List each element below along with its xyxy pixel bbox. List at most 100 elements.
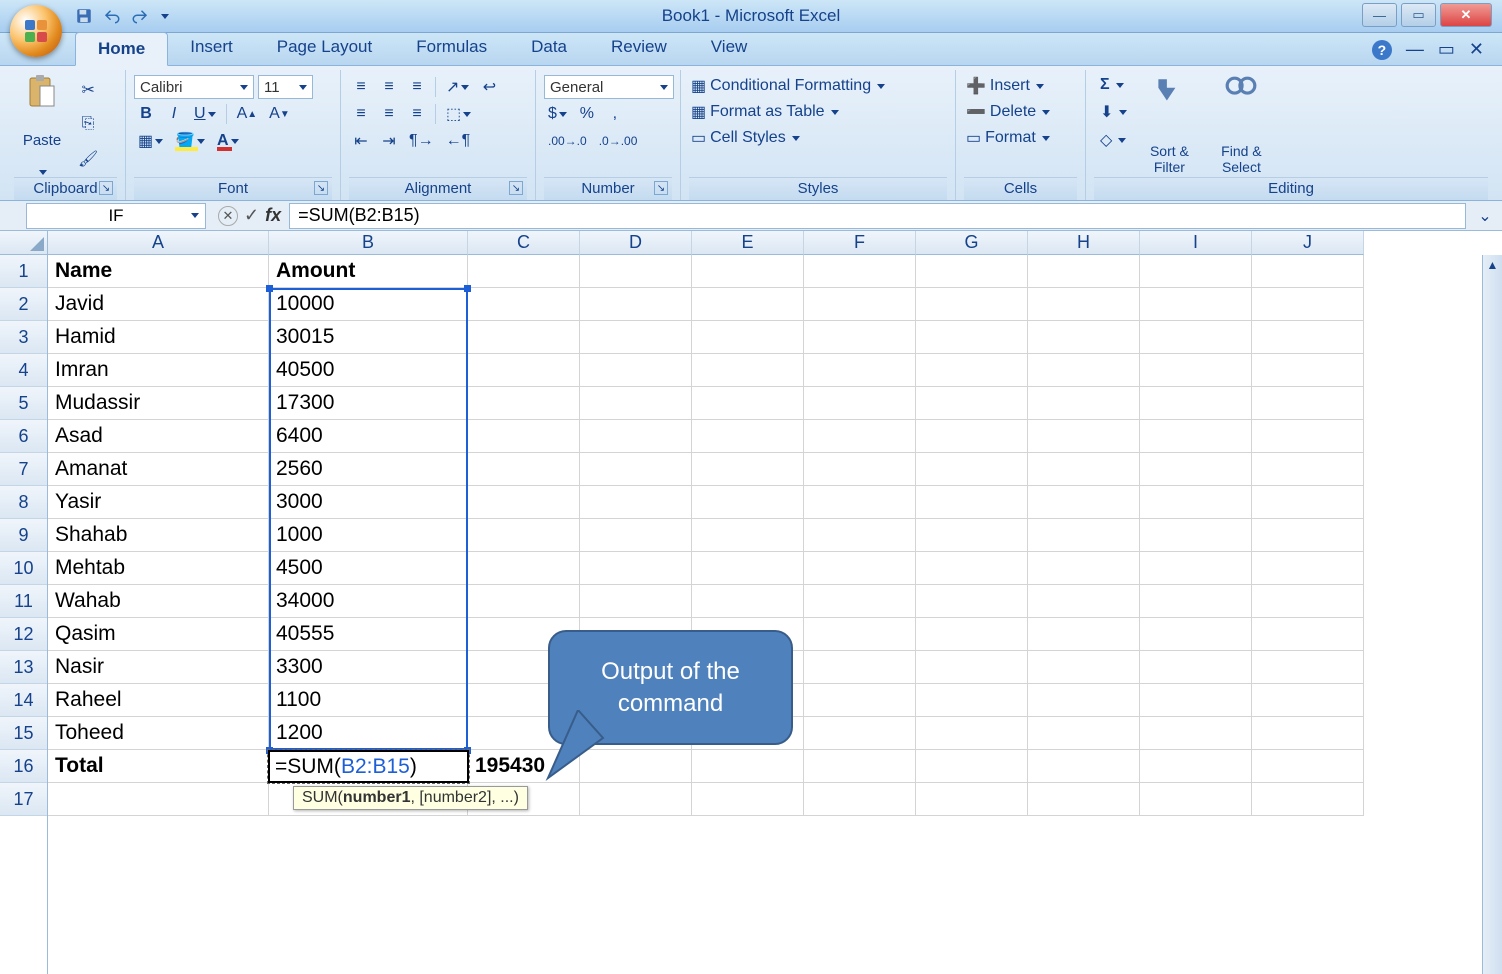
cell[interactable] [804,750,916,783]
cancel-formula-button[interactable]: ✕ [218,206,238,226]
cell[interactable] [580,618,692,651]
cell[interactable] [580,387,692,420]
cell[interactable] [1140,750,1252,783]
cell[interactable] [916,717,1028,750]
align-center-button[interactable]: ≡ [377,102,401,126]
decrease-indent-button[interactable]: ⇤ [349,129,373,153]
cell[interactable] [580,453,692,486]
number-launcher[interactable]: ↘ [654,181,668,195]
cell[interactable] [1252,651,1364,684]
cell[interactable]: Raheel [48,684,269,717]
cell[interactable] [580,750,692,783]
cell[interactable] [916,321,1028,354]
format-cells-button[interactable]: ▭Format [964,127,1077,149]
tab-page-layout[interactable]: Page Layout [255,31,394,65]
delete-cells-button[interactable]: ➖Delete [964,101,1077,123]
cell[interactable] [1028,684,1140,717]
cell[interactable] [1028,486,1140,519]
cell[interactable]: 195430 [468,750,580,783]
cell[interactable] [468,420,580,453]
cell[interactable]: Amount [269,255,468,288]
cell[interactable] [1140,288,1252,321]
cell[interactable] [1140,684,1252,717]
qat-dropdown-icon[interactable] [161,14,169,19]
row-header-13[interactable]: 13 [0,651,47,684]
column-header-H[interactable]: H [1028,231,1140,255]
cell[interactable] [692,255,804,288]
cell-styles-button[interactable]: ▭Cell Styles [689,127,947,149]
percent-button[interactable]: % [575,102,599,126]
cell[interactable] [916,618,1028,651]
cell[interactable] [916,387,1028,420]
column-header-C[interactable]: C [468,231,580,255]
cell[interactable] [692,552,804,585]
name-box[interactable]: IF [26,203,206,229]
cell[interactable] [916,552,1028,585]
tab-data[interactable]: Data [509,31,589,65]
cell[interactable] [916,420,1028,453]
cell[interactable] [804,717,916,750]
cell[interactable]: 30015 [269,321,468,354]
font-size-combo[interactable]: 11 [258,75,313,99]
cell[interactable] [804,387,916,420]
column-header-B[interactable]: B [269,231,468,255]
column-header-J[interactable]: J [1252,231,1364,255]
cell[interactable] [1028,420,1140,453]
row-header-12[interactable]: 12 [0,618,47,651]
cell[interactable] [1028,585,1140,618]
cell[interactable] [1140,453,1252,486]
format-painter-button[interactable]: 🖌 [74,147,102,171]
tab-view[interactable]: View [689,31,770,65]
insert-function-button[interactable]: fx [265,205,281,226]
cell[interactable]: 34000 [269,585,468,618]
cell[interactable] [468,354,580,387]
underline-button[interactable]: U [190,102,220,126]
column-header-D[interactable]: D [580,231,692,255]
cell[interactable] [1252,750,1364,783]
cell[interactable] [692,684,804,717]
fill-button[interactable]: ⬇ [1098,101,1129,123]
cell[interactable]: Total [48,750,269,783]
cell[interactable] [580,288,692,321]
cut-button[interactable]: ✂ [74,78,102,102]
doc-close-button[interactable]: ✕ [1469,39,1484,60]
cell[interactable] [1028,519,1140,552]
cell[interactable]: Hamid [48,321,269,354]
expand-formula-bar-button[interactable]: ⌄ [1476,207,1494,225]
cell[interactable] [468,684,580,717]
wrap-text-button[interactable]: ↩ [477,75,501,99]
cell[interactable]: 3000 [269,486,468,519]
bold-button[interactable]: B [134,102,158,126]
maximize-button[interactable]: ▭ [1401,3,1436,27]
cell[interactable] [916,354,1028,387]
cell[interactable]: Name [48,255,269,288]
cell[interactable] [916,750,1028,783]
cell[interactable] [468,453,580,486]
grow-font-button[interactable]: A▲ [233,102,262,126]
find-select-button[interactable]: Find & Select [1205,72,1277,177]
cell[interactable] [1028,387,1140,420]
cell[interactable] [804,618,916,651]
row-header-2[interactable]: 2 [0,288,47,321]
cell[interactable] [692,618,804,651]
cell[interactable] [580,717,692,750]
cell[interactable] [1028,651,1140,684]
cell[interactable] [580,684,692,717]
ltr-button[interactable]: ¶→ [405,129,438,153]
cell[interactable] [1140,420,1252,453]
cell[interactable] [468,486,580,519]
borders-button[interactable]: ▦ [134,129,167,153]
cell[interactable] [1140,486,1252,519]
undo-icon[interactable] [103,7,121,25]
cell[interactable] [916,651,1028,684]
cell[interactable]: Yasir [48,486,269,519]
cell[interactable] [1028,288,1140,321]
doc-restore-button[interactable]: ▭ [1438,39,1455,60]
close-button[interactable] [1440,3,1492,27]
cell[interactable] [1252,519,1364,552]
cell[interactable]: 10000 [269,288,468,321]
row-header-17[interactable]: 17 [0,783,47,816]
cell[interactable] [804,288,916,321]
italic-button[interactable]: I [162,102,186,126]
format-as-table-button[interactable]: ▦Format as Table [689,101,947,123]
